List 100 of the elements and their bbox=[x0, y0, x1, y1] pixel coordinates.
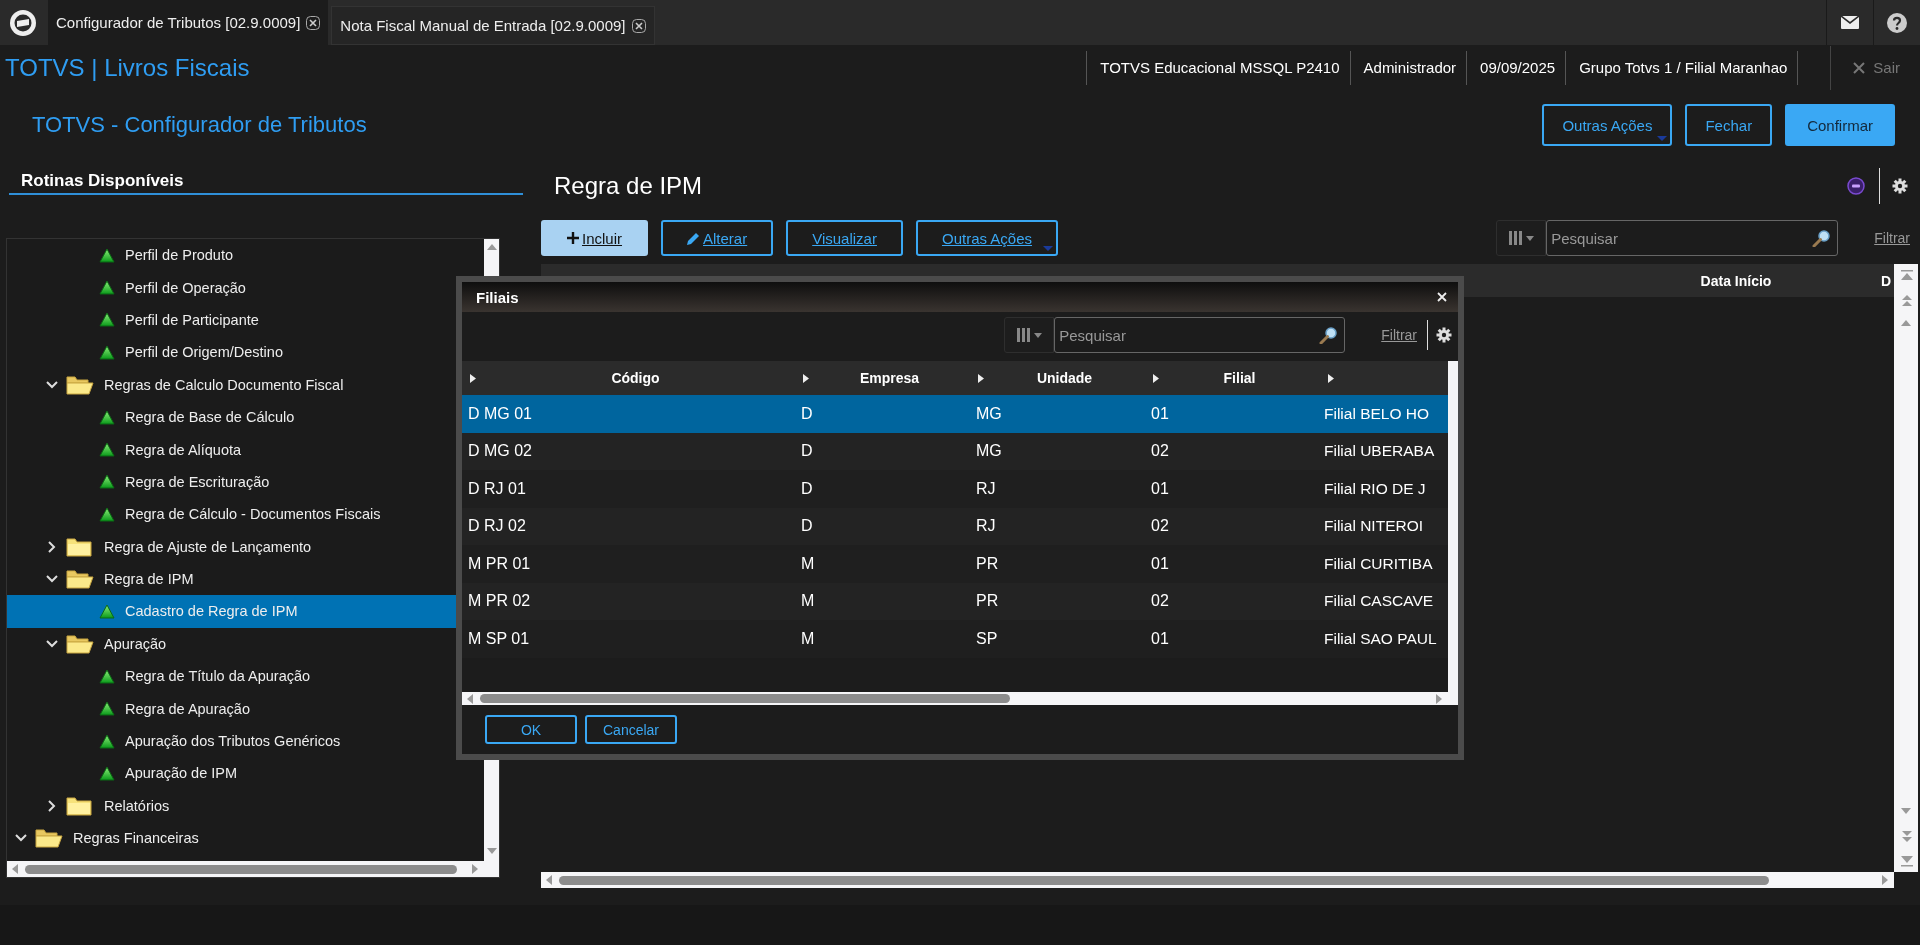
header-info: Administrador bbox=[1349, 50, 1467, 85]
table-cell-text: D RJ 02 bbox=[467, 517, 527, 536]
tree-item[interactable]: Perfil de Participante bbox=[7, 303, 456, 337]
table-cell-text: D MG 01 bbox=[467, 404, 533, 423]
dialog-button[interactable]: Cancelar bbox=[585, 715, 677, 744]
table-row[interactable]: M PR 02 M PR 02 Filial CASCAVE bbox=[462, 582, 1448, 620]
vertical-scrollbar[interactable] bbox=[1894, 264, 1918, 872]
table-cell-text: Filial NITEROI bbox=[1323, 517, 1425, 536]
app-tab[interactable]: Configurador de Tributos [02.9.0009] bbox=[48, 0, 329, 45]
toolbar-button[interactable]: Outras Ações bbox=[915, 220, 1058, 256]
table-cell-text: 02 bbox=[1150, 592, 1170, 611]
columns-button[interactable] bbox=[1496, 220, 1547, 256]
table-cell-text: MG bbox=[975, 404, 1003, 423]
tree-item[interactable]: Regras Financeiras bbox=[7, 822, 456, 855]
tree-item[interactable]: Relatórios bbox=[7, 789, 456, 823]
app-tab[interactable]: Nota Fiscal Manual de Entrada [02.9.0009] bbox=[331, 6, 655, 45]
chevron-down-icon[interactable] bbox=[46, 637, 58, 650]
tree-item[interactable]: Apuração de IPM bbox=[7, 757, 456, 790]
toolbar-button[interactable]: Incluir bbox=[541, 220, 648, 256]
scroll-top-icon bbox=[1899, 269, 1913, 283]
tree-item[interactable]: Perfil de Origem/Destino bbox=[7, 336, 456, 369]
table-cell-text: M SP 01 bbox=[467, 629, 531, 648]
chevron-right-icon[interactable] bbox=[46, 799, 58, 812]
triangle-icon bbox=[99, 506, 115, 522]
column-header[interactable]: Filial bbox=[1159, 370, 1320, 386]
chevron-right-icon[interactable] bbox=[46, 540, 58, 553]
close-icon bbox=[631, 18, 646, 33]
folder-icon bbox=[66, 568, 94, 591]
settings-button[interactable] bbox=[1436, 327, 1452, 343]
toolbar-button[interactable]: Visualizar bbox=[786, 220, 903, 256]
plus-icon bbox=[567, 232, 579, 244]
triangle-icon bbox=[99, 765, 115, 781]
action-button[interactable]: Confirmar bbox=[1785, 104, 1895, 146]
table-cell-text: RJ bbox=[975, 517, 997, 536]
triangle-icon bbox=[99, 312, 115, 328]
tree-item[interactable]: Cadastro de Regra de IPM bbox=[7, 595, 456, 628]
tree-item[interactable]: Regra de Ajuste de Lançamento bbox=[7, 530, 456, 563]
triangle-icon bbox=[99, 701, 115, 717]
tree-item[interactable]: Regra de Alíquota bbox=[7, 433, 456, 466]
help-icon bbox=[1887, 12, 1907, 33]
search-field[interactable]: Pesquisar bbox=[1546, 220, 1839, 256]
horizontal-scrollbar[interactable] bbox=[7, 861, 484, 877]
column-header[interactable]: Empresa bbox=[809, 370, 970, 386]
vertical-scrollbar[interactable] bbox=[1448, 361, 1458, 705]
chevron-down-icon[interactable] bbox=[46, 378, 58, 391]
table-cell-text: 01 bbox=[1150, 629, 1170, 648]
table-cell-text: SP bbox=[975, 629, 999, 648]
tree-item[interactable]: Perfil de Operação bbox=[7, 271, 456, 304]
settings-icon bbox=[1892, 178, 1908, 194]
search-field[interactable]: Pesquisar bbox=[1054, 317, 1346, 353]
search-icon bbox=[1812, 229, 1831, 247]
scrollbar-thumb[interactable] bbox=[559, 875, 1769, 885]
settings-button[interactable] bbox=[1892, 178, 1908, 194]
table-cell-text: M PR 01 bbox=[467, 554, 532, 573]
table-cell-text: PR bbox=[975, 554, 1000, 573]
tree-item[interactable]: Apuração bbox=[7, 627, 456, 661]
triangle-icon bbox=[99, 442, 115, 458]
tree-item[interactable]: Regra de Cálculo - Documentos Fiscais bbox=[7, 498, 456, 531]
tree-item[interactable]: Regra de Apuração bbox=[7, 692, 456, 725]
folder-icon bbox=[66, 632, 94, 655]
horizontal-scrollbar[interactable] bbox=[541, 872, 1894, 888]
columns-icon bbox=[1016, 326, 1043, 344]
table-cell-text: Filial CASCAVE bbox=[1323, 592, 1435, 611]
scrollbar-thumb[interactable] bbox=[480, 694, 1010, 703]
filter-link[interactable]: Filtrar bbox=[1874, 230, 1910, 246]
scroll-bottom-icon bbox=[1899, 853, 1913, 867]
horizontal-scrollbar[interactable] bbox=[462, 692, 1448, 705]
scrollbar-thumb[interactable] bbox=[25, 864, 457, 874]
dialog-button[interactable]: OK bbox=[485, 715, 577, 744]
triangle-icon bbox=[99, 604, 115, 619]
action-button[interactable]: Fechar bbox=[1685, 104, 1773, 146]
tree-item[interactable]: Regra de Base de Cálculo bbox=[7, 400, 456, 434]
section-title: Regra de IPM bbox=[554, 172, 703, 200]
columns-button[interactable] bbox=[1004, 317, 1055, 353]
filter-link[interactable]: Filtrar bbox=[1381, 327, 1417, 343]
table-cell-text: D bbox=[800, 404, 814, 423]
table-row[interactable]: D MG 01 D MG 01 Filial BELO HO bbox=[462, 395, 1448, 433]
tree-item[interactable]: Apuração dos Tributos Genéricos bbox=[7, 724, 456, 758]
table-cell-text: Filial RIO DE J bbox=[1323, 479, 1427, 498]
triangle-icon bbox=[99, 474, 115, 490]
search-icon bbox=[1319, 326, 1338, 344]
tree-item[interactable]: Regra de IPM bbox=[7, 562, 456, 596]
column-header[interactable]: Código bbox=[476, 370, 795, 386]
dialog-title: Filiais bbox=[476, 288, 519, 306]
table-row[interactable]: D MG 02 D MG 02 Filial UBERABA bbox=[462, 432, 1448, 470]
tree-item[interactable]: Regras de Calculo Documento Fiscal bbox=[7, 368, 456, 401]
tree-item[interactable]: Regra de Escrituração bbox=[7, 465, 456, 499]
column-header[interactable]: Data Início bbox=[1661, 272, 1811, 289]
column-header[interactable]: Unidade bbox=[984, 370, 1145, 386]
column-header[interactable]: D bbox=[1881, 272, 1893, 289]
table-cell-text: M bbox=[800, 629, 816, 648]
table-row[interactable]: D RJ 02 D RJ 02 Filial NITEROI bbox=[462, 507, 1448, 545]
action-button[interactable]: Outras Ações bbox=[1542, 104, 1673, 146]
header-info: Grupo Totvs 1 / Filial Maranhao bbox=[1565, 50, 1798, 85]
caret-icon bbox=[1043, 246, 1053, 251]
tree-item[interactable]: Perfil de Produto bbox=[7, 239, 456, 272]
toolbar-button[interactable]: Alterar bbox=[661, 220, 774, 256]
close-button[interactable] bbox=[1436, 291, 1448, 303]
arrow-right-icon bbox=[1153, 373, 1159, 383]
tree-item[interactable]: Regra de Título da Apuração bbox=[7, 660, 456, 693]
